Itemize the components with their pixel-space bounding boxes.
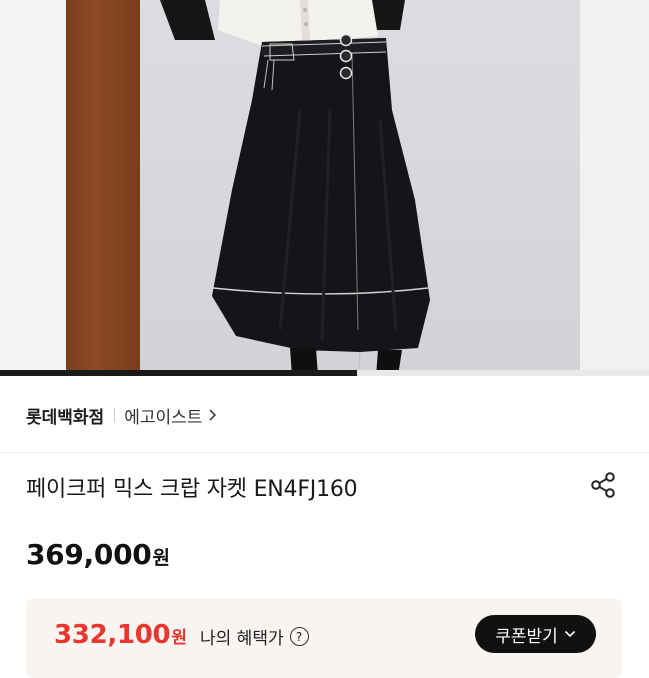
benefit-box: 332,100 원 나의 혜택가 ? 쿠폰받기 <box>26 598 622 678</box>
carousel-progress-fill <box>0 370 357 376</box>
share-button[interactable] <box>585 467 621 503</box>
product-image[interactable] <box>0 0 649 376</box>
share-icon <box>591 472 615 498</box>
coupon-button[interactable]: 쿠폰받기 <box>475 615 596 653</box>
carousel-progress <box>0 370 649 376</box>
brand-row: 롯데백화점 에고이스트 <box>26 401 217 429</box>
benefit-label-text: 나의 혜택가 <box>200 629 284 649</box>
brand-link[interactable]: 에고이스트 <box>124 403 217 428</box>
price-amount: 369,000 <box>26 538 152 571</box>
brand-separator <box>114 408 116 422</box>
model-skirt-illustration <box>160 0 430 376</box>
coupon-button-label: 쿠폰받기 <box>495 626 558 646</box>
benefit-label: 나의 혜택가 ? <box>200 624 309 649</box>
benefit-amount: 332,100 <box>54 620 171 650</box>
product-title: 페이크퍼 믹스 크랍 자켓 EN4FJ160 <box>26 477 358 502</box>
divider <box>0 452 649 453</box>
chevron-down-icon <box>564 630 575 638</box>
price-unit: 원 <box>152 547 170 569</box>
list-price: 369,000 원 <box>26 538 170 571</box>
chevron-right-icon <box>208 408 217 422</box>
brand-name: 에고이스트 <box>124 407 203 428</box>
benefit-price: 332,100 원 <box>54 620 187 650</box>
store-name[interactable]: 롯데백화점 <box>26 403 104 428</box>
help-icon[interactable]: ? <box>289 627 309 646</box>
benefit-unit: 원 <box>171 628 187 648</box>
